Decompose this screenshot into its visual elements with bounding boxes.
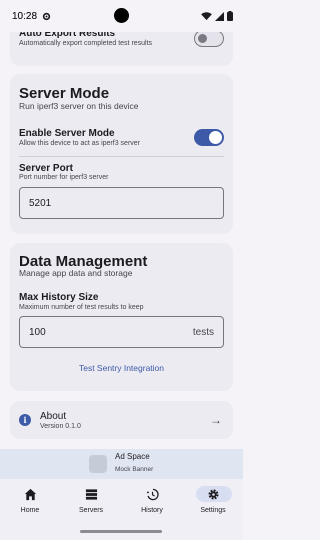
signal-icon xyxy=(215,11,224,21)
about-version: Version 0.1.0 xyxy=(40,423,81,430)
nav-servers-label: Servers xyxy=(78,507,104,514)
camera-cutout-overlay xyxy=(114,8,129,23)
max-history-input[interactable]: 100 tests xyxy=(19,316,224,348)
ad-subtitle: Mock Banner xyxy=(115,466,154,473)
nav-home-label: Home xyxy=(20,507,40,514)
toggle-knob xyxy=(198,34,207,43)
nav-home[interactable]: Home xyxy=(0,479,60,521)
max-history-subtitle: Maximum number of test results to keep xyxy=(19,304,144,311)
data-management-card: Data Management Manage app data and stor… xyxy=(10,243,233,391)
server-port-subtitle: Port number for iperf3 server xyxy=(19,174,109,181)
server-port-input[interactable]: 5201 xyxy=(19,187,224,219)
auto-export-toggle[interactable] xyxy=(194,30,224,47)
history-icon xyxy=(146,488,159,501)
data-management-subheading: Manage app data and storage xyxy=(19,268,133,278)
status-icons-overlay xyxy=(201,11,233,21)
server-mode-card: Server Mode Run iperf3 server on this de… xyxy=(10,74,233,234)
info-icon: i xyxy=(19,414,31,426)
status-time-overlay: 10:28 xyxy=(12,10,38,22)
nav-settings[interactable]: Settings xyxy=(183,479,243,521)
toggle-knob xyxy=(209,131,222,144)
bottom-navigation: Home Servers History Settings xyxy=(0,479,243,521)
home-indicator[interactable] xyxy=(80,530,162,533)
server-mode-subheading: Run iperf3 server on this device xyxy=(19,101,139,111)
about-card[interactable]: i About Version 0.1.0 → xyxy=(10,401,233,439)
nav-servers[interactable]: Servers xyxy=(61,479,121,521)
ad-image-icon xyxy=(89,455,107,473)
max-history-suffix: tests xyxy=(192,326,214,338)
arrow-right-icon: → xyxy=(210,413,222,427)
max-history-value: 100 xyxy=(29,326,46,338)
enable-server-subtitle: Allow this device to act as iperf3 serve… xyxy=(19,140,140,147)
nav-history[interactable]: History xyxy=(122,479,182,521)
ad-title: Ad Space xyxy=(115,452,150,461)
server-mode-heading: Server Mode xyxy=(19,85,110,102)
battery-icon xyxy=(227,11,233,21)
enable-server-title: Enable Server Mode xyxy=(19,128,115,139)
test-sentry-button[interactable]: Test Sentry Integration xyxy=(10,363,233,373)
server-port-value: 5201 xyxy=(29,197,52,209)
nav-history-label: History xyxy=(141,507,163,514)
wifi-icon xyxy=(201,11,212,20)
about-title: About xyxy=(40,411,67,422)
gear-icon xyxy=(208,489,219,500)
home-icon xyxy=(24,488,37,501)
nav-settings-label: Settings xyxy=(200,507,226,514)
server-port-title: Server Port xyxy=(19,163,73,174)
max-history-title: Max History Size xyxy=(19,292,99,303)
servers-icon xyxy=(85,489,98,500)
auto-export-subtitle: Automatically export completed test resu… xyxy=(19,40,153,47)
enable-server-toggle[interactable] xyxy=(194,129,224,146)
settings-status-icon xyxy=(42,12,51,20)
divider xyxy=(19,156,224,157)
